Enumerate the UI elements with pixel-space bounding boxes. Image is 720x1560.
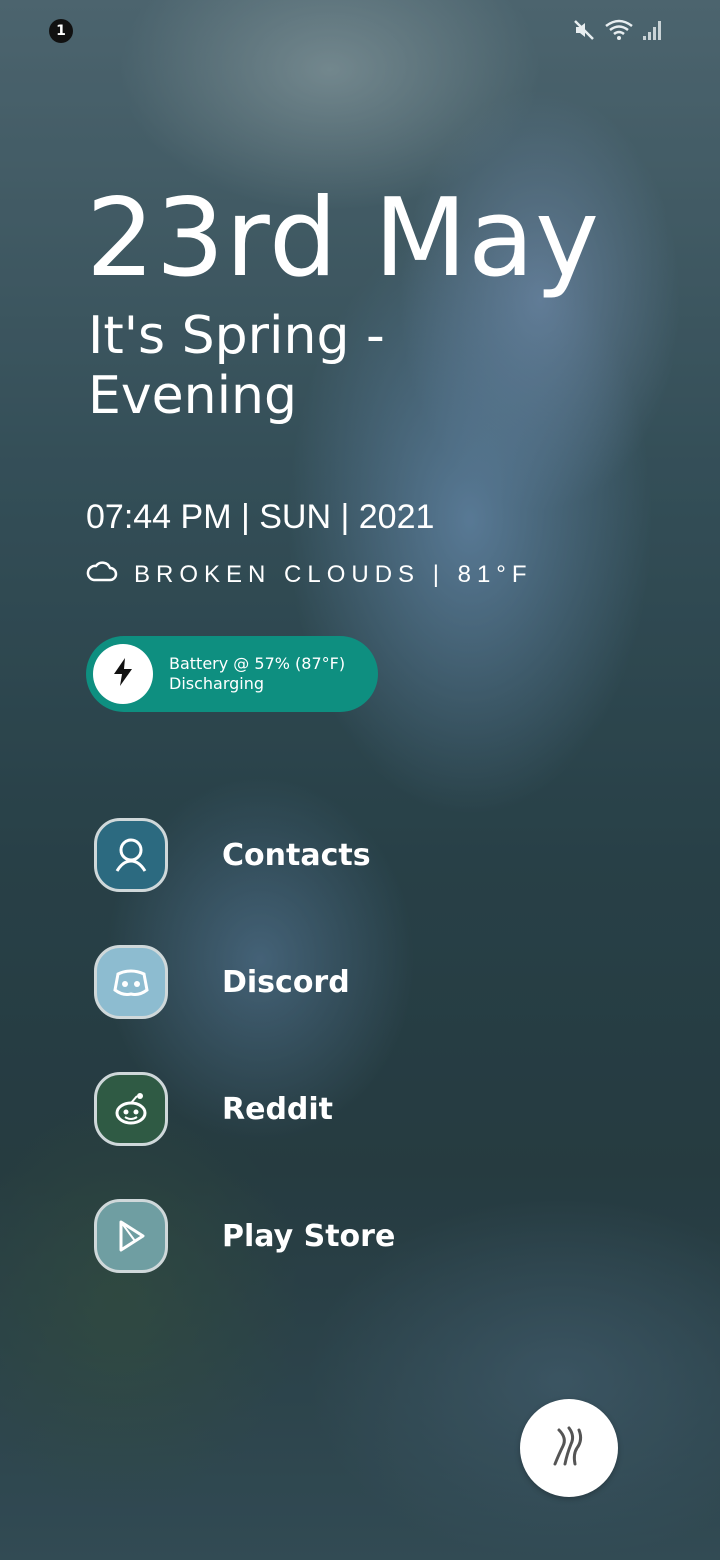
app-item-contacts[interactable]: Contacts	[94, 818, 371, 892]
contacts-icon[interactable]	[94, 818, 168, 892]
signal-icon	[642, 18, 664, 42]
notification-count-badge[interactable]: 1	[49, 19, 73, 43]
app-item-reddit[interactable]: Reddit	[94, 1072, 333, 1146]
app-label-play-store[interactable]: Play Store	[222, 1219, 395, 1254]
battery-state: Discharging	[169, 674, 265, 693]
app-label-discord[interactable]: Discord	[222, 965, 350, 1000]
mute-icon	[572, 18, 596, 42]
season-greeting: It's Spring - Evening	[88, 306, 468, 426]
lightning-icon	[110, 656, 136, 692]
launcher-fab-button[interactable]	[520, 1399, 618, 1497]
app-item-play-store[interactable]: Play Store	[94, 1199, 395, 1273]
weather-row[interactable]: BROKEN CLOUDS | 81°F	[86, 558, 533, 591]
wifi-icon	[604, 18, 634, 42]
app-item-discord[interactable]: Discord	[94, 945, 350, 1019]
battery-level: Battery @ 57% (87°F)	[169, 654, 346, 673]
date-heading: 23rd May	[86, 176, 601, 301]
season-line-1: It's Spring -	[88, 306, 385, 366]
battery-icon-circle	[93, 644, 153, 704]
play-store-icon[interactable]	[94, 1199, 168, 1273]
status-icons	[572, 18, 664, 42]
app-label-contacts[interactable]: Contacts	[222, 838, 371, 873]
discord-icon[interactable]	[94, 945, 168, 1019]
weather-text: BROKEN CLOUDS | 81°F	[134, 560, 533, 588]
app-label-reddit[interactable]: Reddit	[222, 1092, 333, 1127]
time-day-year: 07:44 PM | SUN | 2021	[86, 498, 435, 536]
launcher-logo-icon	[549, 1424, 589, 1472]
battery-text: Battery @ 57% (87°F) Discharging	[169, 654, 345, 694]
cloud-icon	[86, 558, 118, 591]
reddit-icon[interactable]	[94, 1072, 168, 1146]
status-bar: 1	[0, 0, 720, 60]
season-line-2: Evening	[88, 366, 297, 426]
battery-status-pill[interactable]: Battery @ 57% (87°F) Discharging	[86, 636, 378, 712]
